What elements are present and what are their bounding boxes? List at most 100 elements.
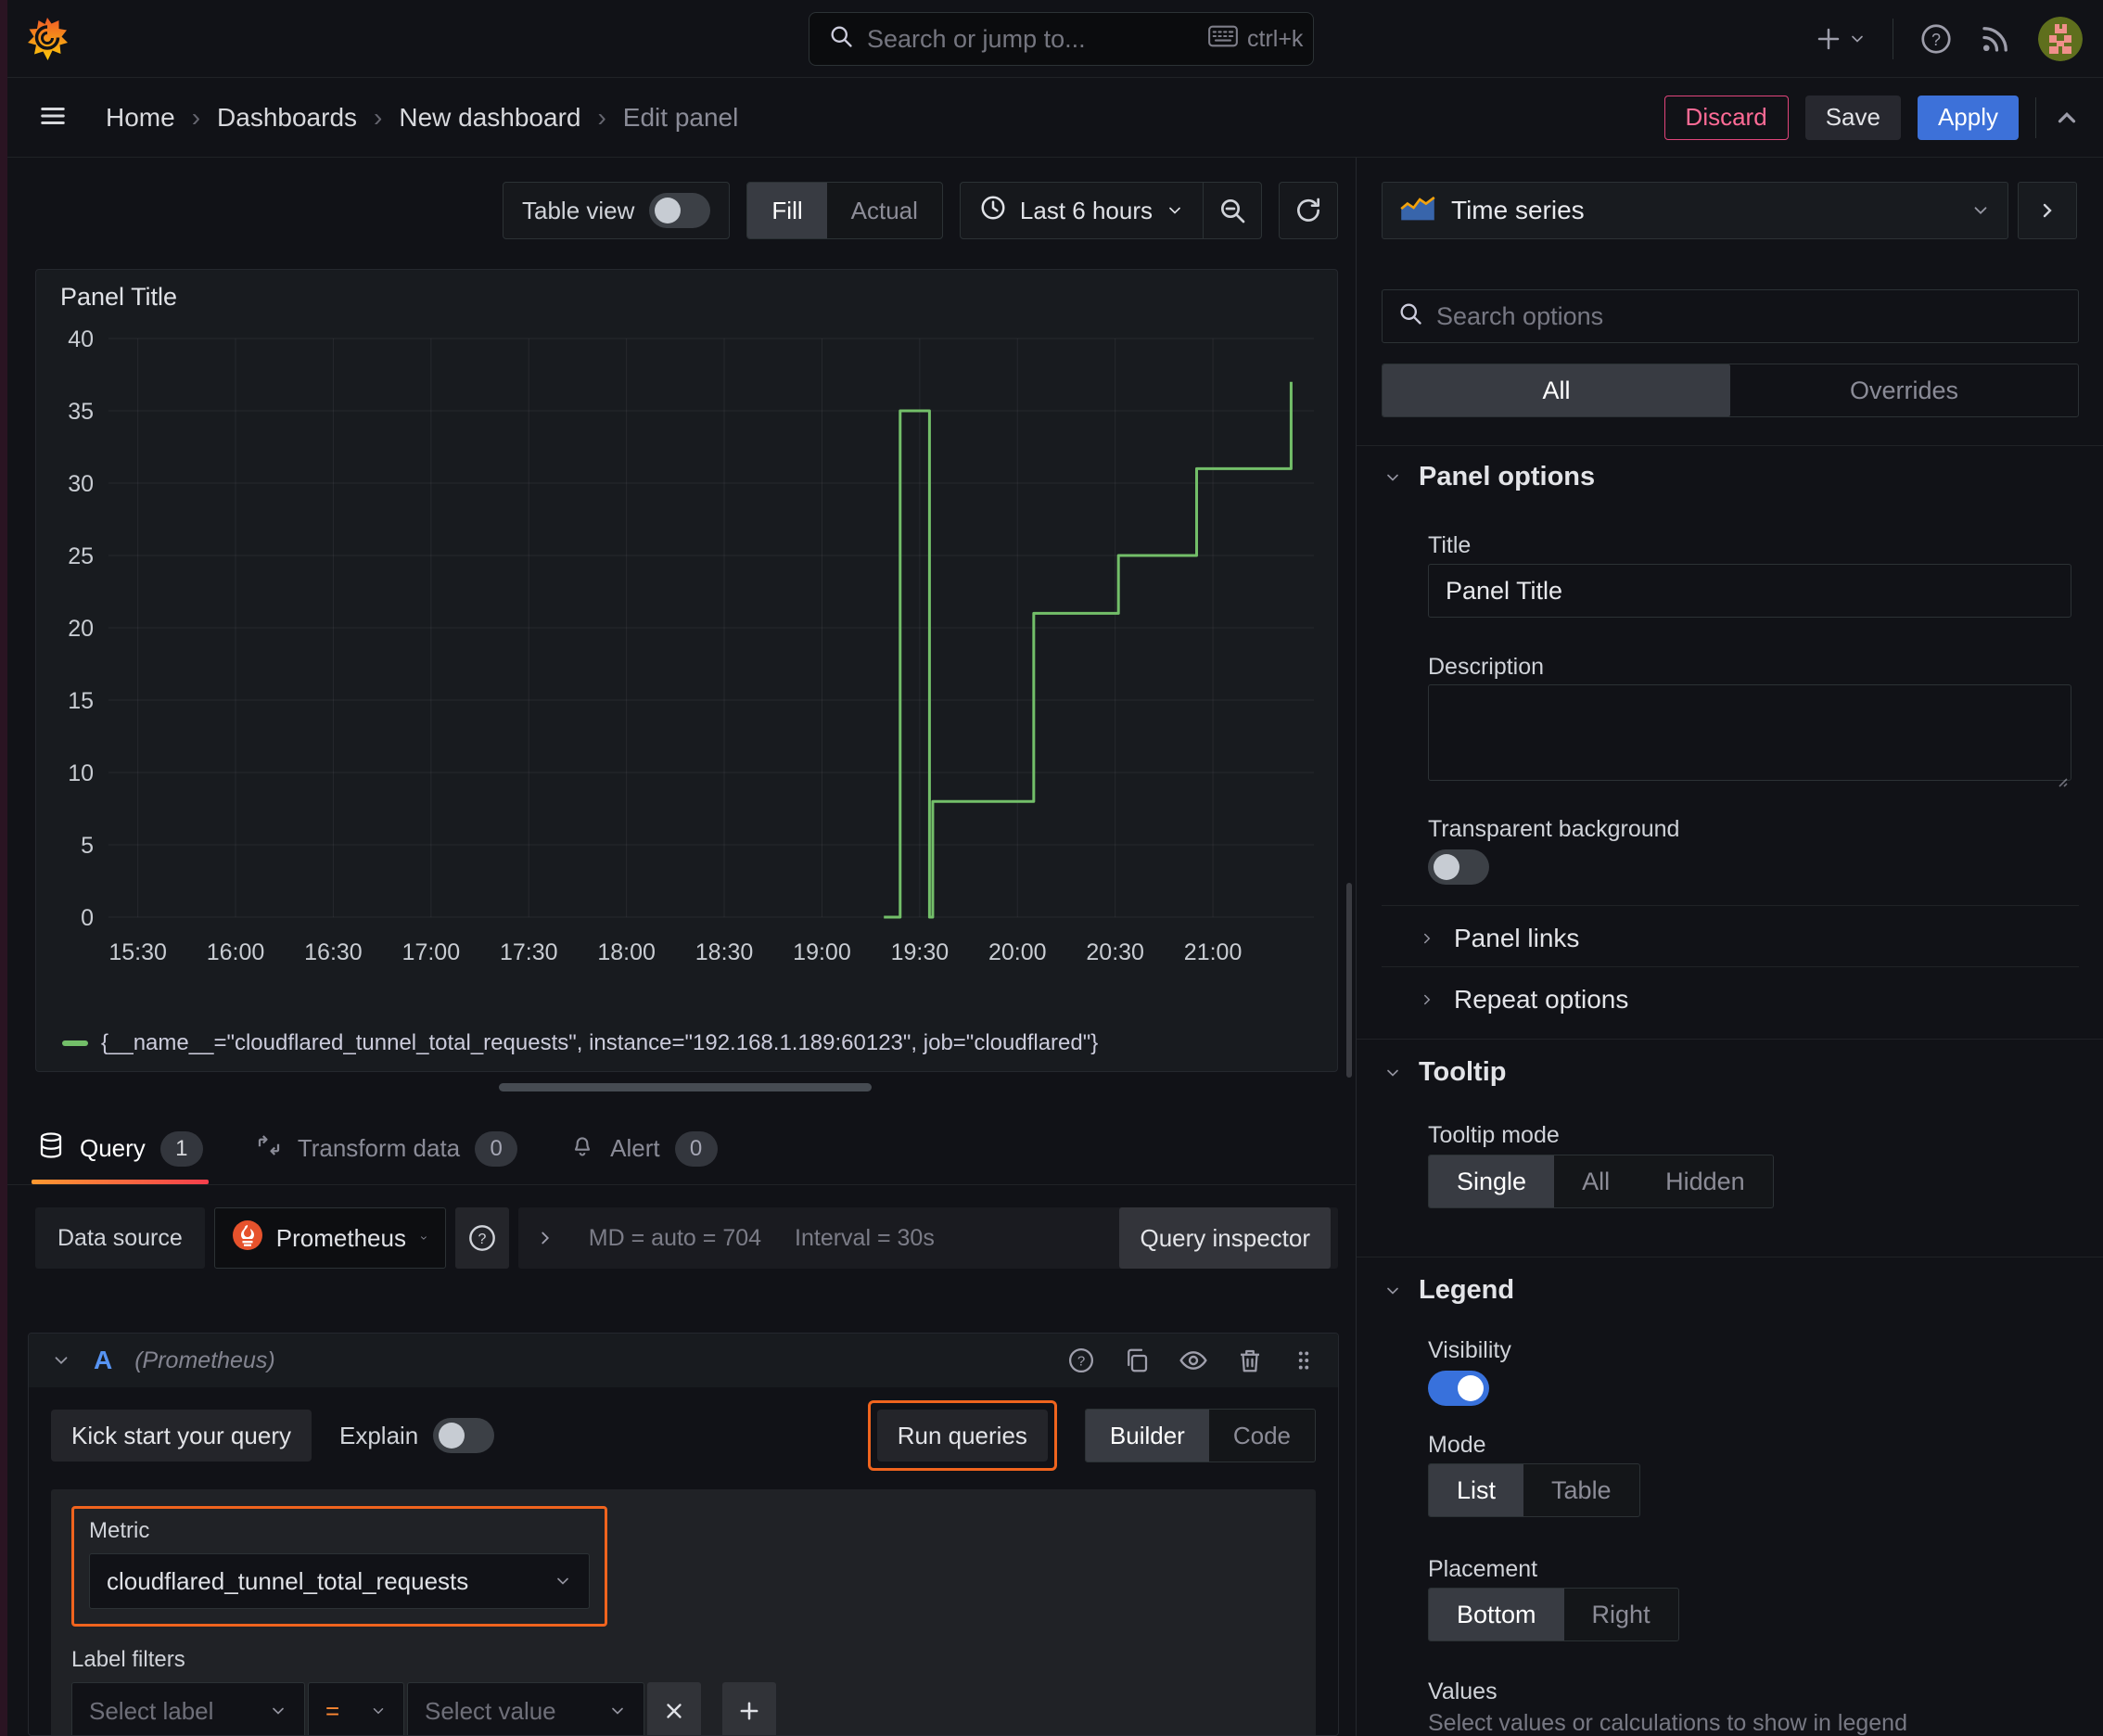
metric-annotation-box: Metric cloudflared_tunnel_total_requests — [71, 1506, 607, 1627]
user-avatar[interactable] — [2038, 17, 2083, 61]
divider — [1382, 966, 2079, 967]
topbar-actions: ? — [1815, 0, 2083, 78]
tab-query[interactable]: Query 1 — [32, 1113, 209, 1184]
breadcrumb-new-dashboard[interactable]: New dashboard — [399, 103, 580, 133]
tab-overrides[interactable]: Overrides — [1730, 364, 2078, 416]
help-icon[interactable]: ? — [1919, 22, 1953, 56]
legend-visibility-toggle[interactable] — [1428, 1371, 1489, 1406]
svg-text:16:00: 16:00 — [207, 939, 265, 965]
repeat-options-label: Repeat options — [1454, 985, 1629, 1014]
legend-list-option[interactable]: List — [1429, 1464, 1524, 1516]
options-search-input[interactable] — [1436, 301, 2063, 331]
tab-transform-data[interactable]: Transform data 0 — [249, 1113, 523, 1184]
refresh-icon[interactable] — [1280, 183, 1337, 238]
add-filter-plus-icon[interactable] — [722, 1682, 776, 1735]
legend-section-header[interactable]: Legend — [1383, 1275, 1514, 1306]
panel-view-toolbar: Table view Fill Actual Last 6 hours — [28, 182, 1338, 239]
query-row-header[interactable]: A (Prometheus) ? — [29, 1334, 1338, 1387]
tooltip-single-option[interactable]: Single — [1429, 1155, 1555, 1207]
drag-handle-icon[interactable] — [1292, 1347, 1316, 1374]
query-datasource-hint: (Prometheus) — [134, 1347, 275, 1373]
breadcrumb-dashboards[interactable]: Dashboards — [217, 103, 357, 133]
global-search[interactable]: ctrl+k — [809, 12, 1314, 66]
select-value-dropdown[interactable]: Select value — [407, 1682, 644, 1735]
resize-grip-icon[interactable] — [2054, 766, 2099, 1732]
svg-text:17:30: 17:30 — [500, 939, 558, 965]
tab-all[interactable]: All — [1383, 364, 1730, 416]
time-range-picker[interactable]: Last 6 hours — [961, 183, 1203, 238]
options-search[interactable] — [1382, 289, 2079, 343]
hide-query-eye-icon[interactable] — [1179, 1346, 1208, 1375]
datasource-picker[interactable]: Prometheus — [213, 1207, 446, 1269]
svg-text:35: 35 — [68, 399, 94, 425]
datasource-help-icon[interactable]: ? — [454, 1207, 509, 1269]
save-button[interactable]: Save — [1804, 95, 1901, 140]
breadcrumb-home[interactable]: Home — [106, 103, 175, 133]
new-menu-button[interactable] — [1815, 25, 1867, 53]
explain-toggle[interactable] — [433, 1418, 495, 1453]
news-rss-icon[interactable] — [1979, 22, 2012, 56]
collapse-options-chevron-right-icon[interactable] — [2018, 182, 2077, 239]
divider — [1382, 905, 2079, 906]
search-input[interactable] — [867, 24, 1195, 54]
transparent-background-toggle[interactable] — [1428, 849, 1489, 885]
svg-text:25: 25 — [68, 543, 94, 569]
collapse-header-chevron-up-icon[interactable] — [2053, 104, 2081, 132]
remove-filter-close-icon[interactable] — [647, 1682, 701, 1735]
select-label-dropdown[interactable]: Select label — [71, 1682, 305, 1735]
fill-option[interactable]: Fill — [747, 183, 827, 238]
discard-button[interactable]: Discard — [1663, 95, 1789, 140]
legend-header-label: Legend — [1419, 1275, 1515, 1305]
panel-links-section[interactable]: Panel links — [1419, 924, 1579, 953]
query-row-actions: ? — [1067, 1346, 1316, 1375]
actual-option[interactable]: Actual — [827, 183, 942, 238]
series-legend-label[interactable]: {__name__="cloudflared_tunnel_total_requ… — [101, 1030, 1098, 1056]
panel-options-section-header[interactable]: Panel options — [1383, 462, 1595, 492]
tooltip-section-header[interactable]: Tooltip — [1383, 1057, 1506, 1088]
panel-title: Panel Title — [60, 283, 178, 311]
legend-table-option[interactable]: Table — [1523, 1464, 1639, 1516]
operator-dropdown[interactable]: = — [308, 1682, 404, 1735]
svg-text:20: 20 — [68, 616, 94, 642]
query-editor-card: A (Prometheus) ? Kick start your query E… — [28, 1333, 1339, 1736]
options-expand-chevron-right-icon[interactable] — [535, 1228, 555, 1248]
tooltip-all-option[interactable]: All — [1554, 1155, 1638, 1207]
placement-right-option[interactable]: Right — [1564, 1589, 1678, 1640]
menu-toggle-icon[interactable] — [37, 102, 69, 133]
zoom-out-icon[interactable] — [1204, 183, 1261, 238]
table-view-toggle[interactable] — [649, 193, 711, 228]
panel-title-input[interactable] — [1428, 564, 2071, 618]
pane-resize-handle[interactable] — [499, 1083, 872, 1091]
run-queries-button[interactable]: Run queries — [876, 1410, 1048, 1462]
datasource-row: Data source Prometheus ? MD = auto = 704… — [35, 1207, 1338, 1269]
chevron-down-icon — [1169, 207, 1180, 214]
query-help-icon[interactable]: ? — [1067, 1347, 1095, 1374]
tooltip-hidden-option[interactable]: Hidden — [1638, 1155, 1773, 1207]
chevron-down-icon — [612, 1707, 623, 1715]
duplicate-query-icon[interactable] — [1123, 1347, 1151, 1374]
description-textarea[interactable] — [1428, 684, 2071, 781]
kick-start-button[interactable]: Kick start your query — [51, 1410, 312, 1462]
tab-alert[interactable]: Alert 0 — [564, 1113, 722, 1184]
query-ref-id[interactable]: A — [94, 1346, 112, 1375]
visualization-picker[interactable]: Time series — [1382, 182, 2008, 239]
placement-bottom-option[interactable]: Bottom — [1429, 1589, 1564, 1640]
svg-text:17:00: 17:00 — [402, 939, 461, 965]
search-icon — [828, 23, 854, 56]
left-pane-scrollbar[interactable] — [1346, 883, 1352, 1078]
query-inspector-button[interactable]: Query inspector — [1119, 1207, 1331, 1269]
explain-control: Explain — [339, 1418, 495, 1453]
apply-button[interactable]: Apply — [1917, 95, 2019, 140]
top-bar: ctrl+k ? — [0, 0, 2103, 78]
grafana-logo-icon[interactable] — [24, 16, 70, 62]
delete-query-trash-icon[interactable] — [1236, 1347, 1264, 1374]
repeat-options-section[interactable]: Repeat options — [1419, 985, 1628, 1015]
panel-links-label: Panel links — [1454, 924, 1580, 952]
metric-select[interactable]: cloudflared_tunnel_total_requests — [89, 1553, 590, 1609]
code-option[interactable]: Code — [1209, 1410, 1315, 1462]
svg-text:18:30: 18:30 — [695, 939, 754, 965]
timeseries-chart[interactable]: 0 5 10 15 20 25 30 35 40 15:30 16:00 16:30 17:00 17:3… — [47, 320, 1327, 978]
actions-divider — [2035, 96, 2036, 138]
alert-count-badge: 0 — [674, 1130, 718, 1167]
builder-option[interactable]: Builder — [1085, 1410, 1209, 1462]
